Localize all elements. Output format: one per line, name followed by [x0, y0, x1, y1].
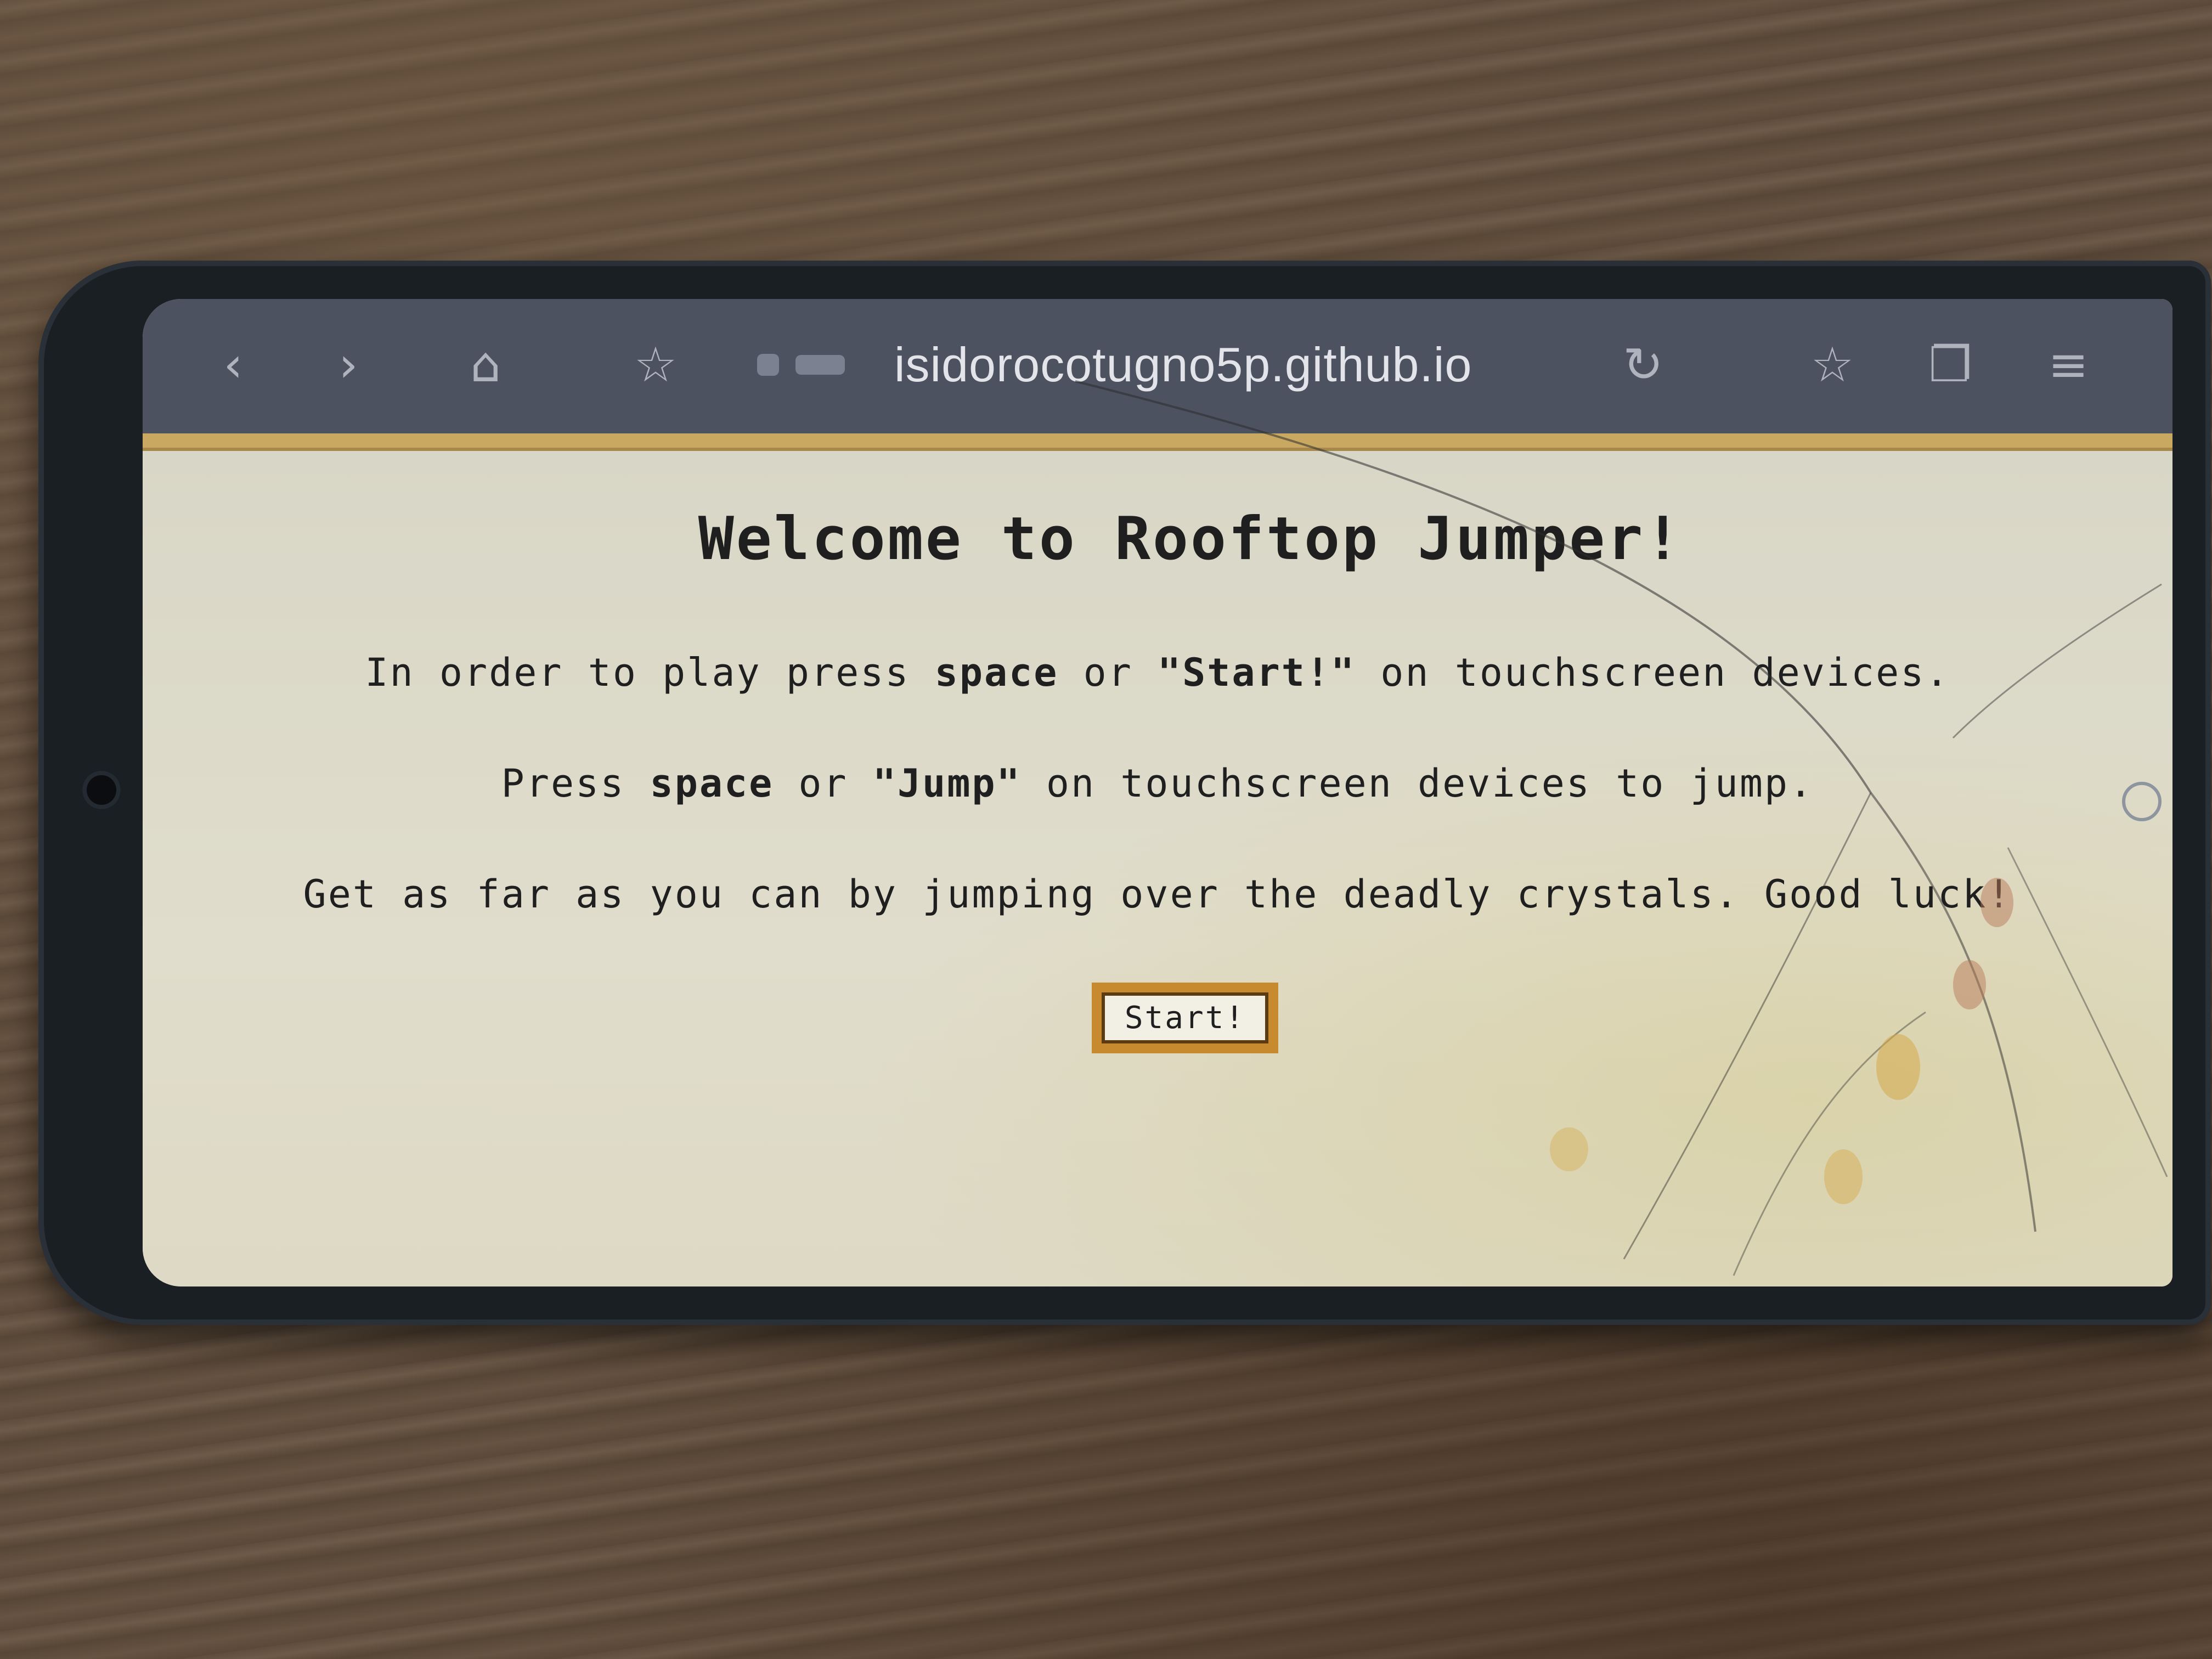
phone-device: ‹ › ⌂ ☆ isidorocotugno5p.github.io ↻ ☆ ❐… [38, 261, 2211, 1325]
browser-toolbar: ‹ › ⌂ ☆ isidorocotugno5p.github.io ↻ ☆ ❐… [143, 299, 2172, 433]
reload-icon[interactable]: ↻ [1613, 335, 1673, 395]
side-button-indicator [2122, 782, 2162, 821]
star-icon[interactable]: ☆ [625, 335, 686, 395]
page-title: Welcome to Rooftop Jumper! [698, 505, 1683, 573]
chevron-right-icon[interactable]: › [318, 335, 379, 395]
tabs-icon[interactable]: ❐ [1920, 335, 1980, 395]
page-top-border [143, 433, 2172, 451]
instructions-start: In order to play press space or "Start!"… [365, 650, 1950, 695]
welcome-panel: Welcome to Rooftop Jumper! In order to p… [143, 505, 2172, 1053]
home-icon[interactable]: ⌂ [455, 335, 516, 395]
game-page: Welcome to Rooftop Jumper! In order to p… [143, 433, 2172, 1286]
site-info-icon[interactable] [757, 348, 867, 381]
instructions-jump: Press space or "Jump" on touchscreen dev… [501, 761, 1814, 806]
front-camera [82, 771, 121, 809]
phone-screen: ‹ › ⌂ ☆ isidorocotugno5p.github.io ↻ ☆ ❐… [143, 299, 2172, 1286]
star-list-icon[interactable]: ☆ [1802, 335, 1863, 395]
address-bar[interactable]: isidorocotugno5p.github.io [894, 329, 1472, 400]
start-button[interactable]: Start! [1091, 983, 1279, 1053]
start-button-wrap: Start! [143, 983, 2172, 1053]
menu-icon[interactable]: ≡ [2038, 335, 2098, 395]
instructions-goal: Get as far as you can by jumping over th… [303, 872, 2012, 917]
chevron-left-icon[interactable]: ‹ [203, 335, 263, 395]
